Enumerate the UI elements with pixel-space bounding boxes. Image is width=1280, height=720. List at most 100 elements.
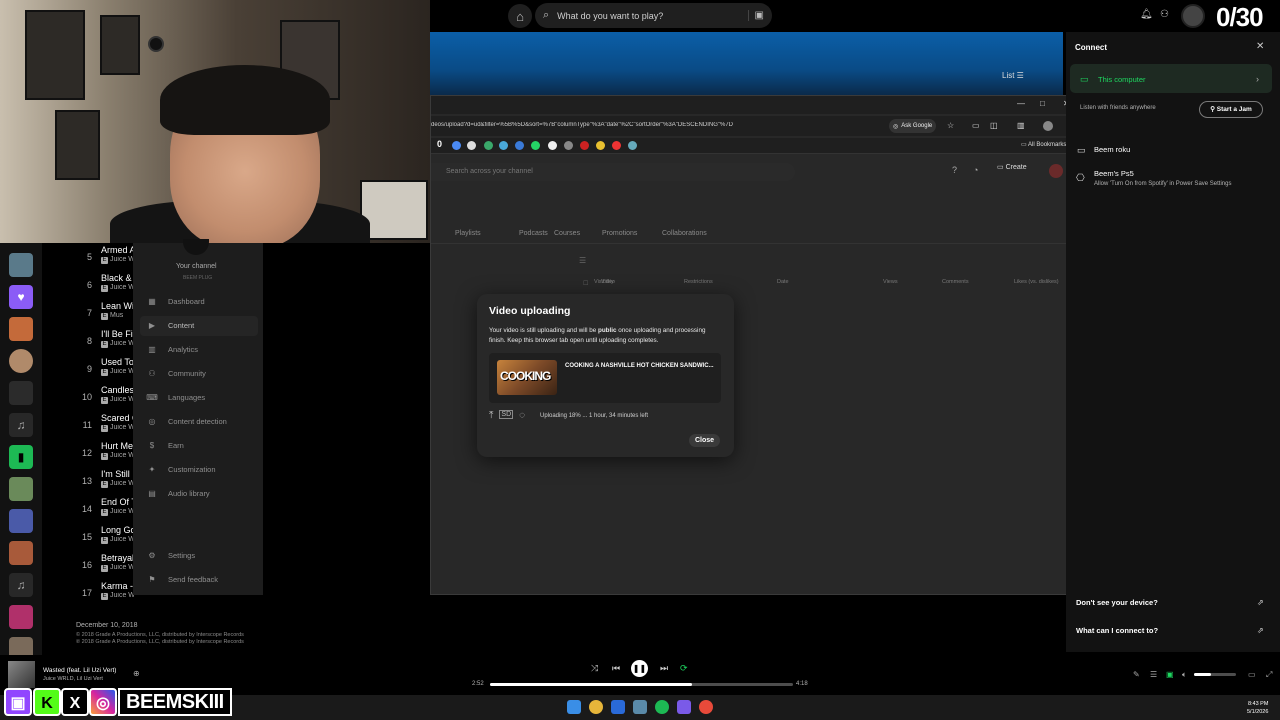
shuffle-icon[interactable]: ⤨ <box>591 663 598 674</box>
home-button[interactable]: ⌂ <box>508 4 532 28</box>
bookmark-icon[interactable] <box>484 141 493 150</box>
windows-start-icon[interactable] <box>567 700 581 714</box>
browser-profile-avatar[interactable] <box>1043 121 1053 131</box>
track-title[interactable]: Scared O <box>101 413 135 423</box>
pause-button[interactable]: ❚❚ <box>631 660 648 677</box>
track-title[interactable]: Armed A <box>101 245 135 255</box>
volume-icon[interactable]: 🔈︎ <box>1182 670 1187 680</box>
notifications-icon[interactable]: 🔔︎ <box>1140 9 1153 20</box>
track-title[interactable]: Candles <box>101 385 135 395</box>
tab-playlists[interactable]: Playlists <box>455 230 481 237</box>
extensions-puzzle-icon[interactable]: ◫ <box>990 121 998 130</box>
chrome-icon[interactable] <box>589 700 603 714</box>
lyrics-icon[interactable]: ✎ <box>1133 670 1140 679</box>
track-title[interactable]: Black & W <box>101 273 135 283</box>
next-icon[interactable]: ⏭︎ <box>660 663 668 674</box>
bookmark-icon[interactable] <box>548 141 557 150</box>
nav-item-content-detection[interactable]: ◎ Content detection <box>146 417 227 426</box>
liked-songs-icon[interactable]: ♥ <box>9 285 33 309</box>
library-item[interactable] <box>9 541 33 565</box>
bookmark-icon[interactable] <box>628 141 637 150</box>
nav-item-languages[interactable]: ⌨ Languages <box>146 393 205 402</box>
music-note-icon[interactable]: ♫ <box>9 573 33 597</box>
close-icon[interactable]: ✕ <box>1256 41 1264 52</box>
track-title[interactable]: Used To <box>101 357 135 367</box>
nav-item-send-feedback[interactable]: ⚑ Send feedback <box>146 575 218 584</box>
search-input[interactable]: ⌕ What do you want to play? ▣ <box>535 3 772 28</box>
nav-item-analytics[interactable]: ▥ Analytics <box>146 345 198 354</box>
library-item[interactable] <box>9 349 33 373</box>
nav-item-settings[interactable]: ⚙ Settings <box>146 551 195 560</box>
app-icon[interactable] <box>633 700 647 714</box>
library-item[interactable] <box>9 509 33 533</box>
discord-icon[interactable] <box>677 700 691 714</box>
address-bar[interactable]: deos/upload?d=ud&filter=%5B%5D&sort=%7B"… <box>431 122 883 128</box>
all-bookmarks[interactable]: ▭ All Bookmarks <box>1021 141 1066 148</box>
start-jam-button[interactable]: ⚲ Start a Jam <box>1199 101 1263 118</box>
nav-item-customization[interactable]: ✦ Customization <box>146 465 216 474</box>
now-playing-cover[interactable] <box>8 661 35 688</box>
what-can-i-connect-link[interactable]: What can I connect to? <box>1076 626 1158 635</box>
library-item[interactable] <box>9 381 33 405</box>
device-name[interactable]: Beem roku <box>1094 145 1130 154</box>
close-button[interactable]: Close <box>689 434 721 447</box>
select-all-checkbox[interactable]: ☐ <box>583 280 588 287</box>
bookmark-icon[interactable] <box>580 141 589 150</box>
bookmark-icon[interactable] <box>612 141 621 150</box>
now-playing-title[interactable]: Wasted (feat. Lil Uzi Vert) <box>43 667 116 674</box>
track-title[interactable]: Karma - S <box>101 581 135 591</box>
track-title[interactable]: Betrayal <box>101 553 135 563</box>
help-icon[interactable]: ? <box>952 165 957 175</box>
nav-item-earn[interactable]: $ Earn <box>146 441 184 450</box>
browse-icon[interactable]: ▣ <box>747 10 764 21</box>
spotify-icon[interactable] <box>655 700 669 714</box>
profile-avatar[interactable] <box>1181 4 1205 28</box>
bookmark-icon[interactable] <box>499 141 508 150</box>
connect-device-icon[interactable]: ▣ <box>1166 670 1174 679</box>
device-name[interactable]: Beem's Ps5 <box>1094 169 1134 178</box>
tab-courses[interactable]: Courses <box>554 230 580 237</box>
dont-see-device-link[interactable]: Don't see your device? <box>1076 598 1158 607</box>
video-title[interactable]: COOKING A NASHVILLE HOT CHICKEN SANDWIC.… <box>565 363 714 369</box>
nav-item-content[interactable]: ▶ Content <box>146 321 194 330</box>
track-title[interactable]: I'll Be Fin <box>101 329 135 339</box>
friend-activity-icon[interactable]: ⚇ <box>1160 9 1169 20</box>
bookmark-icon[interactable] <box>564 141 573 150</box>
minimize-icon[interactable]: — <box>1017 99 1025 108</box>
studio-notifications-icon[interactable]: ◔ <box>973 165 978 175</box>
bookmark-zero-icon[interactable]: 0 <box>437 139 442 149</box>
nav-item-dashboard[interactable]: ▦ Dashboard <box>146 297 204 306</box>
track-title[interactable]: End Of Th <box>101 497 135 507</box>
filter-icon[interactable]: ☰ <box>579 256 586 265</box>
column-header[interactable]: Restrictions <box>684 279 713 285</box>
queue-icon[interactable]: ☰ <box>1150 670 1157 679</box>
bookmark-icon[interactable] <box>467 141 476 150</box>
column-header[interactable]: Date <box>777 279 789 285</box>
mini-player-icon[interactable]: ▭ <box>1248 670 1256 679</box>
app-icon[interactable] <box>611 700 625 714</box>
app-icon[interactable] <box>699 700 713 714</box>
channel-search-input[interactable]: Search across your channel <box>431 163 795 181</box>
maximize-icon[interactable]: □ <box>1040 99 1045 108</box>
library-item[interactable] <box>9 317 33 341</box>
nav-item-community[interactable]: ⚇ Community <box>146 369 206 378</box>
tab-promotions[interactable]: Promotions <box>602 230 637 237</box>
column-header[interactable]: Visibility <box>594 279 614 285</box>
library-item[interactable] <box>9 605 33 629</box>
tab-collaborations[interactable]: Collaborations <box>662 230 707 237</box>
column-header[interactable]: Comments <box>942 279 969 285</box>
extension-icon[interactable]: ▭ <box>972 121 980 130</box>
list-view-toggle[interactable]: List ☰ <box>1002 71 1024 80</box>
library-item[interactable] <box>9 253 33 277</box>
studio-avatar[interactable] <box>1049 164 1063 178</box>
bookmark-icon[interactable]: ▮ <box>9 445 33 469</box>
track-title[interactable]: I'm Still <box>101 469 135 479</box>
track-title[interactable]: Hurt Me <box>101 441 135 451</box>
add-to-library-icon[interactable]: ⊕ <box>133 669 140 678</box>
track-title[interactable]: Lean Wit <box>101 301 135 311</box>
fullscreen-icon[interactable]: ⤢ <box>1266 670 1272 680</box>
side-panel-icon[interactable]: ▥ <box>1017 121 1025 130</box>
previous-icon[interactable]: ⏮︎ <box>612 663 620 674</box>
create-button[interactable]: ▭ Create <box>997 163 1027 171</box>
repeat-icon[interactable]: ⟳ <box>680 663 688 674</box>
